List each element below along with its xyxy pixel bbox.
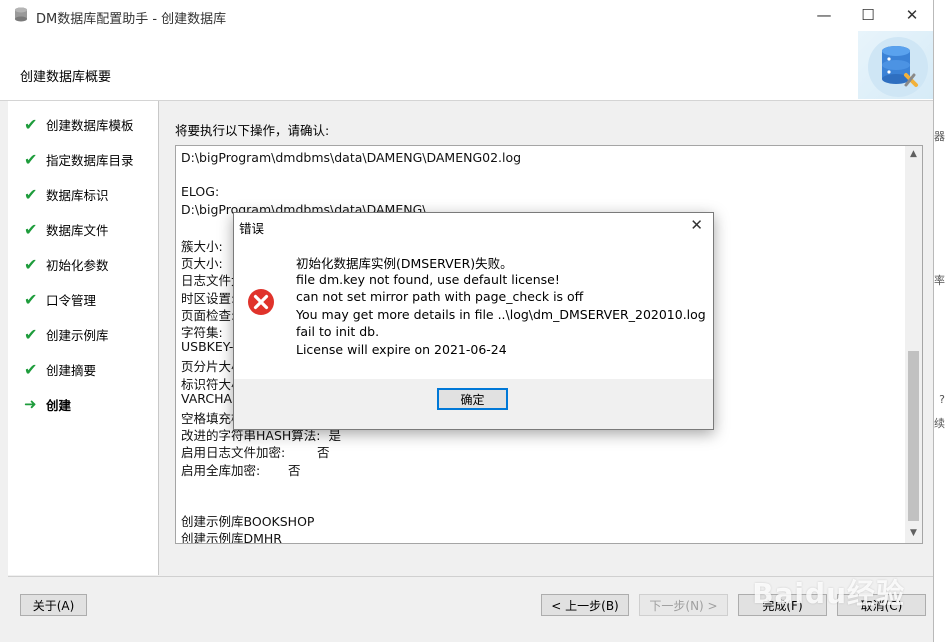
background-app-edge: 器 率 ? 续: [933, 0, 945, 642]
step-label: 创建摘要: [46, 362, 97, 378]
checkmark-icon: ✔: [24, 149, 38, 169]
checkmark-icon: ✔: [24, 324, 38, 344]
step-label: 指定数据库目录: [46, 152, 134, 168]
step-label: 创建: [46, 397, 72, 413]
step-create-template: ✔ 创建数据库模板: [24, 114, 134, 134]
step-label: 初始化参数: [46, 257, 109, 273]
checkmark-icon: ✔: [24, 219, 38, 239]
scroll-down-icon[interactable]: ▼: [905, 528, 922, 538]
checkmark-icon: ✔: [24, 184, 38, 204]
step-db-files: ✔ 数据库文件: [24, 219, 109, 239]
confirm-label: 将要执行以下操作，请确认:: [175, 123, 330, 138]
summary-line: 创建示例库BOOKSHOP: [181, 514, 315, 530]
step-init-params: ✔ 初始化参数: [24, 254, 109, 274]
dialog-footer: 确定: [234, 379, 713, 429]
wizard-header: 创建数据库概要: [0, 31, 933, 101]
step-summary: ✔ 创建摘要: [24, 359, 96, 379]
error-message-line: fail to init db.: [296, 324, 380, 339]
scrollbar-thumb[interactable]: [908, 351, 919, 521]
error-message-line: can not set mirror path with page_check …: [296, 289, 584, 304]
error-message-line: file dm.key not found, use default licen…: [296, 272, 560, 287]
step-sample-db: ✔ 创建示例库: [24, 324, 109, 344]
error-icon: [248, 289, 274, 315]
step-label: 创建示例库: [46, 327, 109, 343]
summary-line: 页面检查:: [181, 307, 236, 323]
summary-line: 时区设置:: [181, 290, 236, 306]
step-create: ➜ 创建: [24, 394, 71, 414]
dialog-close-button[interactable]: ✕: [690, 216, 703, 234]
minimize-button[interactable]: —: [801, 0, 847, 31]
summary-line: ELOG:: [181, 184, 220, 200]
database-wizard-banner-icon: [858, 31, 933, 99]
background-text: ?: [939, 393, 945, 406]
step-label: 口令管理: [46, 292, 97, 308]
dialog-body: 初始化数据库实例(DMSERVER)失败。 file dm.key not fo…: [234, 239, 713, 379]
steps-sidebar: ✔ 创建数据库模板 ✔ 指定数据库目录 ✔ 数据库标识 ✔ 数据库文件 ✔ 初始…: [8, 101, 159, 575]
close-button[interactable]: ✕: [889, 0, 935, 31]
step-password-mgmt: ✔ 口令管理: [24, 289, 96, 309]
error-message-line: License will expire on 2021-06-24: [296, 342, 507, 357]
vertical-scrollbar[interactable]: ▲ ▼: [905, 146, 922, 543]
checkmark-icon: ✔: [24, 359, 38, 379]
checkmark-icon: ✔: [24, 289, 38, 309]
summary-line: D:\bigProgram\dmdbms\data\DAMENG\DAMENG0…: [181, 150, 522, 165]
page-title: 创建数据库概要: [20, 70, 112, 85]
summary-line: 字符集:: [181, 325, 223, 340]
error-message-line: 初始化数据库实例(DMSERVER)失败。: [296, 256, 513, 271]
maximize-button[interactable]: ☐: [845, 0, 891, 31]
step-db-identity: ✔ 数据库标识: [24, 184, 109, 204]
summary-line: 创建示例库DMHR: [181, 531, 282, 544]
summary-line: 启用全库加密: 否: [181, 462, 301, 478]
dialog-titlebar[interactable]: 错误 ✕: [234, 213, 713, 239]
step-label: 创建数据库模板: [46, 117, 134, 133]
error-dialog: 错误 ✕ 初始化数据库实例(DMSERVER)失败。 file dm.key n…: [233, 212, 714, 430]
background-text: 续: [934, 417, 945, 430]
arrow-right-icon: ➜: [24, 395, 37, 413]
window-title: DM数据库配置助手 - 创建数据库: [36, 12, 227, 27]
ok-button[interactable]: 确定: [437, 388, 508, 410]
error-message-line: You may get more details in file ..\log\…: [296, 307, 706, 322]
watermark-logo: Baidu经验: [752, 577, 905, 610]
dialog-title: 错误: [239, 221, 265, 236]
background-text: 率: [934, 274, 945, 287]
step-label: 数据库文件: [46, 222, 109, 238]
summary-line: USBKEY-: [181, 339, 234, 355]
background-text: 器: [934, 130, 945, 143]
checkmark-icon: ✔: [24, 114, 38, 134]
checkmark-icon: ✔: [24, 254, 38, 274]
scroll-up-icon[interactable]: ▲: [905, 149, 922, 159]
window-titlebar[interactable]: DM数据库配置助手 - 创建数据库 — ☐ ✕: [0, 0, 933, 31]
back-button[interactable]: < 上一步(B): [541, 594, 629, 616]
summary-line: 启用日志文件加密: 否: [181, 445, 330, 461]
about-button[interactable]: 关于(A): [20, 594, 87, 616]
step-db-directory: ✔ 指定数据库目录: [24, 149, 134, 169]
step-label: 数据库标识: [46, 187, 109, 203]
summary-line: 簇大小:: [181, 239, 223, 254]
summary-line: VARCHAR: [181, 390, 241, 406]
summary-line: 页大小:: [181, 256, 223, 272]
next-button[interactable]: 下一步(N) >: [639, 594, 728, 616]
app-icon: [15, 7, 27, 22]
